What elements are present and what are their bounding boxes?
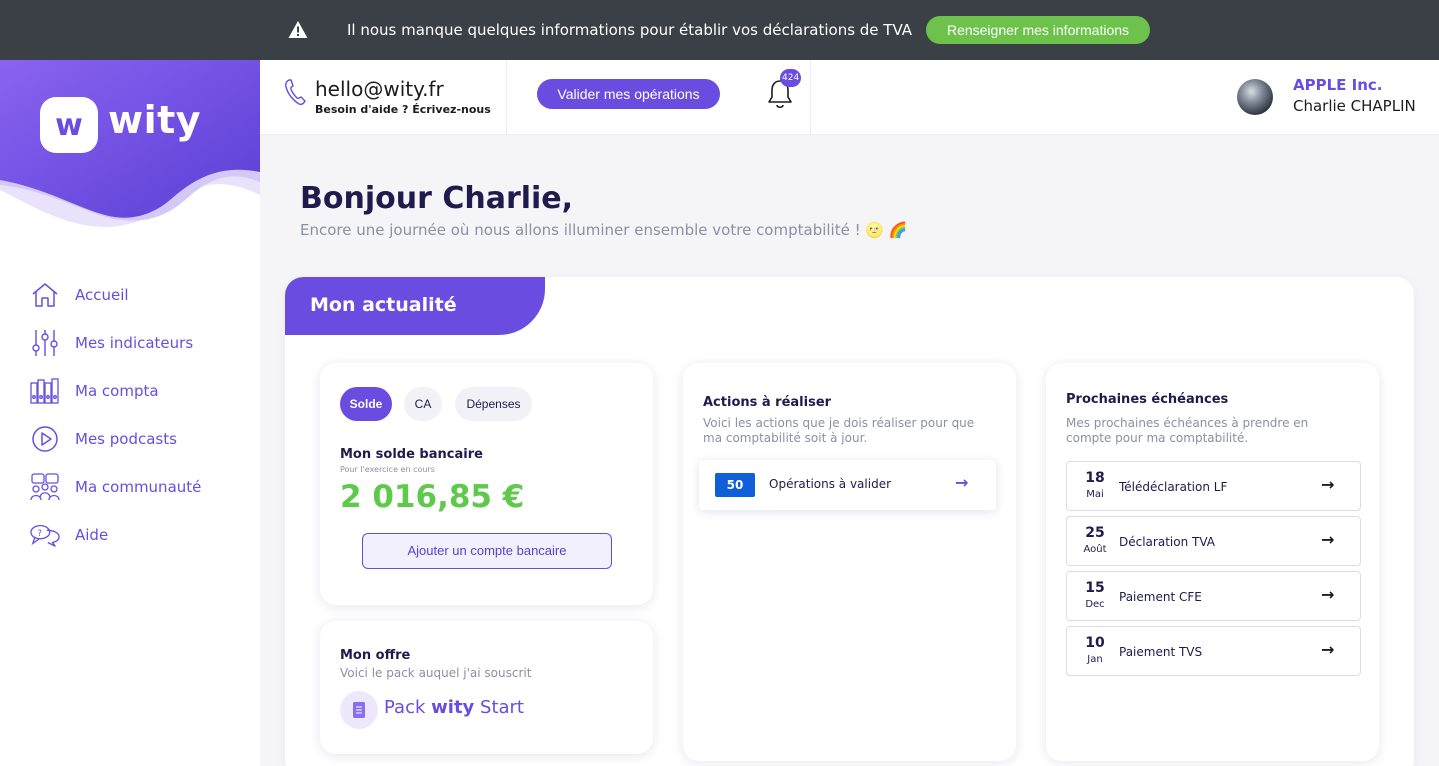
header-divider	[810, 60, 811, 135]
deadline-item[interactable]: 15 Dec Paiement CFE →	[1066, 571, 1361, 621]
deadline-item[interactable]: 10 Jan Paiement TVS →	[1066, 626, 1361, 676]
panel-title: Mon actualité	[310, 294, 457, 316]
sidebar-item-label: Ma communauté	[75, 478, 202, 496]
deadline-day: 25	[1085, 525, 1105, 541]
wity-logo-badge: w	[40, 97, 98, 153]
notification-count-badge: 424	[780, 69, 802, 87]
fill-information-button[interactable]: Renseigner mes informations	[926, 16, 1150, 44]
sidebar-item-label: Mes podcasts	[75, 430, 177, 448]
add-bank-account-button[interactable]: Ajouter un compte bancaire	[362, 533, 612, 569]
home-icon	[30, 280, 60, 310]
actions-card: Actions à réaliser Voici les actions que…	[683, 363, 1016, 761]
balance-amount: 2 016,85 €	[340, 479, 525, 515]
action-count-badge: 50	[715, 473, 755, 497]
deadline-month: Mai	[1086, 489, 1104, 500]
offer-title: Mon offre	[340, 648, 411, 663]
validate-operations-button[interactable]: Valider mes opérations	[537, 79, 720, 109]
brand-wave-background	[0, 60, 260, 228]
sliders-icon	[30, 328, 60, 358]
arrow-right-icon: →	[1321, 530, 1335, 549]
binders-icon	[30, 376, 60, 406]
balance-subtitle: Pour l'exercice en cours	[340, 465, 435, 474]
sidebar-item-label: Mes indicateurs	[75, 334, 194, 352]
arrow-right-icon: →	[1321, 585, 1335, 604]
arrow-right-icon: →	[1321, 475, 1335, 494]
warning-icon	[288, 21, 308, 38]
deadline-label: Paiement TVS	[1119, 645, 1203, 659]
deadline-label: Déclaration TVA	[1119, 535, 1215, 549]
document-icon	[340, 691, 378, 729]
news-panel: Mon actualité Solde CA Dépenses Mon sold…	[285, 277, 1414, 766]
sidebar-item-label: Ma compta	[75, 382, 159, 400]
chat-help-icon: ?	[30, 520, 60, 550]
sidebar: w wity Accueil Mes indicateurs Ma compta	[0, 60, 260, 766]
sidebar-item-label: Aide	[75, 526, 109, 544]
user-name[interactable]: Charlie CHAPLIN	[1293, 97, 1416, 115]
banner-message: Il nous manque quelques informations pou…	[347, 21, 913, 39]
action-item[interactable]: 50 Opérations à valider →	[699, 460, 996, 510]
play-icon	[30, 424, 60, 454]
arrow-right-icon: →	[955, 473, 969, 492]
deadlines-card: Prochaines échéances Mes prochaines éché…	[1046, 363, 1379, 761]
deadline-day: 10	[1085, 635, 1105, 651]
deadline-item[interactable]: 18 Mai Télédéclaration LF →	[1066, 461, 1361, 511]
deadlines-title: Prochaines échéances	[1066, 392, 1229, 407]
greeting-subtitle: Encore une journée où nous allons illumi…	[300, 221, 908, 239]
balance-title: Mon solde bancaire	[340, 447, 483, 462]
avatar[interactable]	[1237, 79, 1273, 115]
greeting-title: Bonjour Charlie,	[300, 181, 574, 216]
brand-header: w wity	[0, 60, 260, 250]
info-banner: Il nous manque quelques informations pou…	[0, 0, 1439, 60]
sidebar-item-aide[interactable]: ? Aide	[30, 520, 108, 550]
deadline-month: Août	[1083, 544, 1107, 555]
sidebar-item-label: Accueil	[75, 286, 129, 304]
tab-solde[interactable]: Solde	[340, 387, 392, 421]
sidebar-item-podcasts[interactable]: Mes podcasts	[30, 424, 177, 454]
pack-prefix: Pack	[384, 697, 426, 718]
phone-icon	[285, 79, 306, 105]
arrow-right-icon: →	[1321, 640, 1335, 659]
deadline-item[interactable]: 25 Août Déclaration TVA →	[1066, 516, 1361, 566]
deadline-month: Jan	[1087, 654, 1103, 665]
wity-logo-text: wity	[108, 98, 202, 142]
deadlines-subtitle: Mes prochaines échéances à prendre en co…	[1066, 416, 1309, 445]
community-icon	[30, 472, 60, 502]
sidebar-item-accueil[interactable]: Accueil	[30, 280, 129, 310]
deadline-day: 15	[1085, 580, 1105, 596]
tab-ca[interactable]: CA	[404, 387, 442, 421]
actions-subtitle: Voici les actions que je dois réaliser p…	[703, 416, 975, 445]
deadline-month: Dec	[1085, 599, 1105, 610]
tab-depenses[interactable]: Dépenses	[455, 387, 532, 421]
deadline-day: 18	[1085, 470, 1105, 486]
sidebar-item-communaute[interactable]: Ma communauté	[30, 472, 201, 502]
pack-brand: wity	[431, 697, 475, 718]
top-header: hello@wity.fr Besoin d'aide ? Écrivez-no…	[260, 60, 1439, 135]
action-label: Opérations à valider	[769, 477, 892, 491]
header-divider	[506, 60, 507, 135]
offer-card: Mon offre Voici le pack auquel j'ai sous…	[320, 621, 653, 754]
support-email[interactable]: hello@wity.fr	[315, 77, 444, 101]
sidebar-item-indicateurs[interactable]: Mes indicateurs	[30, 328, 193, 358]
pack-name[interactable]: Pack wity Start	[384, 697, 524, 718]
support-help-text: Besoin d'aide ? Écrivez-nous	[315, 103, 491, 116]
pack-suffix: Start	[480, 697, 524, 718]
actions-title: Actions à réaliser	[703, 395, 832, 410]
sidebar-item-compta[interactable]: Ma compta	[30, 376, 159, 406]
deadline-label: Paiement CFE	[1119, 590, 1202, 604]
offer-subtitle: Voici le pack auquel j'ai souscrit	[340, 666, 532, 680]
deadline-label: Télédéclaration LF	[1119, 480, 1228, 494]
svg-text:?: ?	[38, 528, 42, 538]
company-name[interactable]: APPLE Inc.	[1293, 76, 1382, 94]
balance-card: Solde CA Dépenses Mon solde bancaire Pou…	[320, 363, 653, 605]
